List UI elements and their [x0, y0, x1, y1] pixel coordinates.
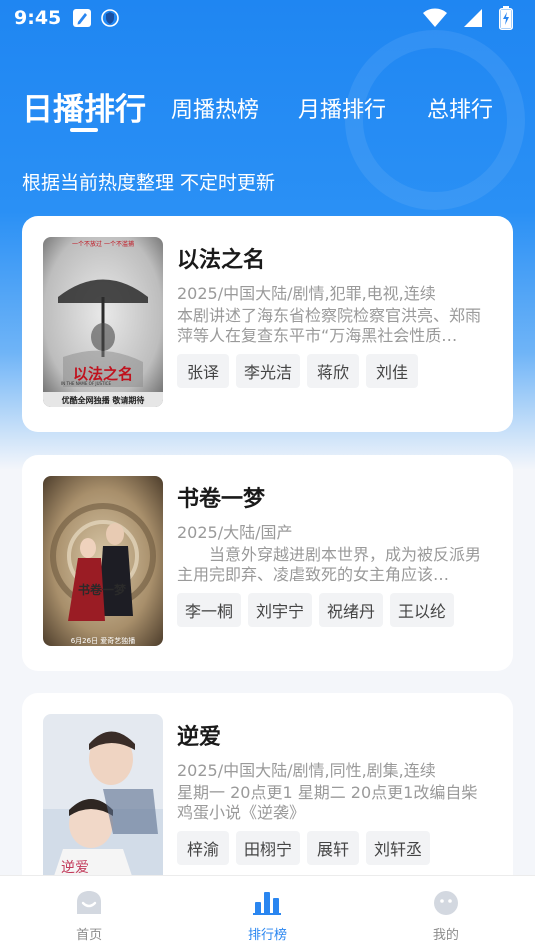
shield-icon — [101, 8, 120, 28]
show-meta: 2025/中国大陆/剧情,同性,剧集,连续 — [177, 761, 436, 780]
status-bar: 9:45 — [0, 0, 535, 36]
nav-profile[interactable]: 我的 — [357, 876, 535, 951]
show-poster: 以法之名 一个不放过 一个不滥捕 IN THE NAME OF JUSTICE … — [43, 237, 163, 407]
tab-total-ranking[interactable]: 总排行 — [427, 92, 493, 124]
show-card[interactable]: 书卷一梦 6月26日 爱奇艺独播 书卷一梦 2025/大陆/国产 当意外穿越进剧… — [22, 455, 513, 671]
battery-charging-icon — [499, 6, 513, 30]
show-poster: 书卷一梦 6月26日 爱奇艺独播 — [43, 476, 163, 646]
cast-tag[interactable]: 梓渝 — [177, 831, 229, 865]
wifi-icon — [423, 8, 447, 28]
cast-tag[interactable]: 李光洁 — [236, 354, 301, 388]
cast-tag[interactable]: 展轩 — [307, 831, 360, 865]
show-description: 当意外穿越进剧本世界，成为被反派男主用完即弃、凌虐致死的女主角应该… — [177, 545, 482, 584]
show-title: 逆爱 — [177, 725, 222, 750]
tab-weekly-hot[interactable]: 周播热榜 — [171, 92, 259, 124]
poster-bottom-text: 6月26日 爱奇艺独播 — [70, 637, 136, 645]
nav-ranking-label: 排行榜 — [247, 928, 287, 943]
poster-title-text: 书卷一梦 — [78, 582, 127, 597]
show-card[interactable]: 以法之名 一个不放过 一个不滥捕 IN THE NAME OF JUSTICE … — [22, 216, 513, 432]
cast-tags: 李一桐 刘宇宁 祝绪丹 王以纶 — [177, 593, 455, 627]
cast-tag[interactable]: 田栩宁 — [236, 831, 301, 865]
nav-ranking[interactable]: 排行榜 — [178, 876, 356, 951]
tab-daily-ranking[interactable]: 日播排行 — [22, 84, 146, 129]
cast-tag[interactable]: 刘宇宁 — [248, 593, 313, 627]
show-title: 以法之名 — [177, 248, 266, 273]
cast-tags: 梓渝 田栩宁 展轩 刘轩丞 — [177, 831, 431, 865]
poster-title-text: 逆爱 — [61, 860, 89, 876]
show-title: 书卷一梦 — [177, 487, 266, 512]
cast-tag[interactable]: 刘佳 — [366, 354, 419, 388]
cast-tag[interactable]: 李一桐 — [177, 593, 242, 627]
signal-icon — [463, 8, 483, 28]
tab-monthly-ranking[interactable]: 月播排行 — [298, 92, 386, 124]
show-poster: 逆爱 — [43, 714, 163, 879]
ranking-tabs: 日播排行 周播热榜 月播排行 总排行 — [0, 80, 535, 140]
poster-en-text: IN THE NAME OF JUSTICE — [61, 381, 111, 386]
show-description: 星期一 20点更1 星期二 20点更1改编自柴鸡蛋小说《逆袭》 — [177, 783, 478, 822]
home-face-icon — [75, 890, 103, 920]
cast-tag[interactable]: 张译 — [177, 354, 229, 388]
show-card[interactable]: 逆爱 逆爱 2025/中国大陆/剧情,同性,剧集,连续 星期一 20点更1 星期… — [22, 693, 513, 893]
show-meta: 2025/中国大陆/剧情,犯罪,电视,连续 — [177, 284, 436, 303]
profile-face-icon — [432, 890, 460, 920]
bar-chart-icon — [253, 890, 282, 920]
active-tab-indicator — [70, 128, 98, 132]
nav-profile-label: 我的 — [432, 928, 459, 943]
cast-tag[interactable]: 蒋欣 — [307, 354, 360, 388]
status-time: 9:45 — [14, 7, 62, 29]
edit-note-icon — [71, 7, 93, 29]
cast-tag[interactable]: 祝绪丹 — [319, 593, 384, 627]
poster-bottom-text: 优酷全网独播 敬请期待 — [61, 396, 145, 405]
show-meta: 2025/大陆/国产 — [177, 523, 293, 542]
cast-tag[interactable]: 刘轩丞 — [366, 831, 431, 865]
nav-home[interactable]: 首页 — [0, 876, 178, 951]
nav-home-label: 首页 — [76, 928, 103, 943]
show-description: 本剧讲述了海东省检察院检察官洪亮、郑雨萍等人在复查东平市“万海黑社会性质… — [177, 306, 482, 345]
bottom-navigation: 首页 排行榜 我的 — [0, 875, 535, 951]
ranking-subtitle: 根据当前热度整理 不定时更新 — [22, 172, 276, 194]
cast-tags: 张译 李光洁 蒋欣 刘佳 — [177, 354, 419, 388]
cast-tag[interactable]: 王以纶 — [390, 593, 455, 627]
poster-top-text: 一个不放过 一个不滥捕 — [72, 241, 134, 248]
